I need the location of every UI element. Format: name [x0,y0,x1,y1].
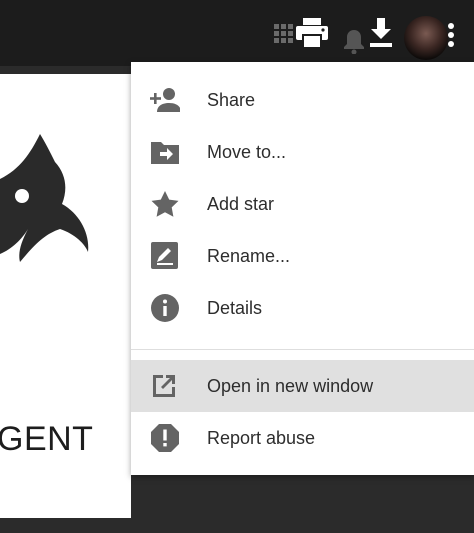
top-toolbar [0,0,474,66]
star-icon [151,191,179,217]
menu-item-move-to[interactable]: Move to... [131,126,474,178]
menu-item-rename[interactable]: Rename... [131,230,474,282]
document-preview[interactable]: GENT [0,74,131,518]
menu-item-label: Report abuse [207,428,316,448]
info-icon [151,294,179,322]
download-icon[interactable] [368,18,394,48]
rename-icon [151,242,178,269]
menu-item-label: Move to... [207,142,287,162]
apps-grid-icon[interactable] [274,24,294,48]
menu-item-open-in-new-window[interactable]: Open in new window [131,360,474,412]
open-in-new-icon [153,375,175,397]
menu-item-label: Rename... [207,246,291,266]
report-icon [151,424,179,452]
menu-item-label: Open in new window [207,376,374,396]
menu-divider [131,349,474,350]
menu-item-label: Add star [207,194,275,214]
account-avatar[interactable] [404,16,448,60]
menu-item-details[interactable]: Details [131,282,474,334]
context-menu: Share Move to... Add star Rename... Deta… [131,62,474,475]
menu-item-label: Share [207,90,256,110]
menu-item-add-star[interactable]: Add star [131,178,474,230]
menu-item-label: Details [207,298,263,318]
person-add-icon [150,88,180,112]
shuriken-logo [0,134,89,262]
menu-item-report-abuse[interactable]: Report abuse [131,412,474,464]
more-vert-icon[interactable] [447,22,455,48]
menu-item-share[interactable]: Share [131,74,474,126]
folder-move-icon [151,142,179,164]
print-icon[interactable] [296,18,328,48]
document-text: GENT [0,420,94,458]
bell-icon[interactable] [343,28,365,54]
